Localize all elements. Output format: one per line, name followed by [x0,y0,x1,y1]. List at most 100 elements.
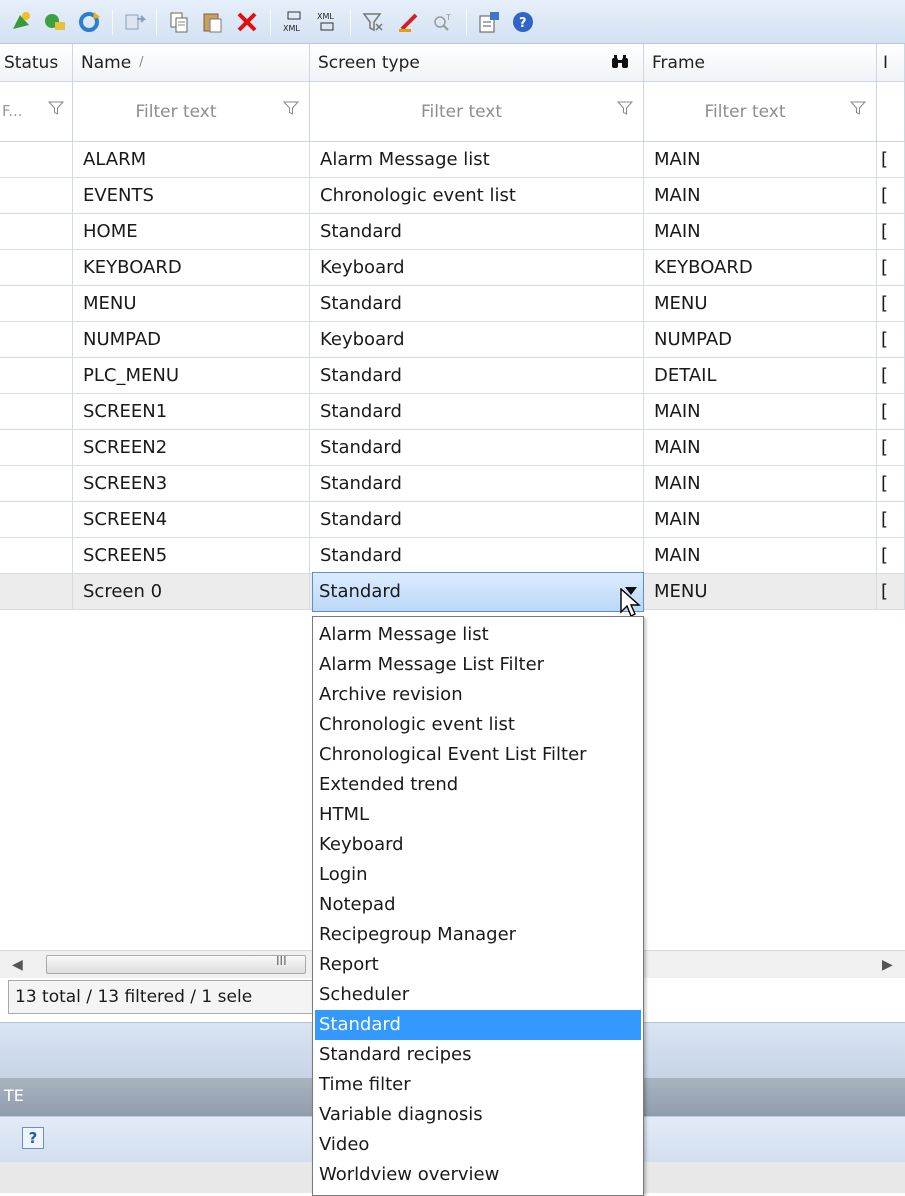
status-cell[interactable] [0,574,73,610]
next-cell[interactable]: [ [877,502,905,538]
name-cell[interactable]: ALARM [73,142,310,178]
properties-icon[interactable] [474,7,504,37]
status-cell[interactable] [0,286,73,322]
name-cell[interactable]: SCREEN2 [73,430,310,466]
table-row[interactable]: EVENTS Chronologic event list MAIN[ [0,178,905,214]
screen-type-cell[interactable]: Standard [310,358,644,394]
frame-cell[interactable]: KEYBOARD [644,250,877,286]
filter-icon[interactable] [47,100,65,120]
status-cell[interactable] [0,502,73,538]
next-cell[interactable]: [ [877,322,905,358]
import-xml-icon[interactable]: XML [312,7,342,37]
dropdown-option[interactable]: Time filter [315,1070,641,1100]
frame-cell[interactable]: MAIN [644,538,877,574]
screen-type-cell[interactable]: Standard [310,538,644,574]
screen-type-cell[interactable]: Chronologic event list [310,178,644,214]
frame-cell[interactable]: MAIN [644,178,877,214]
name-cell[interactable]: NUMPAD [73,322,310,358]
next-cell[interactable]: [ [877,538,905,574]
filter-name-input[interactable]: Filter text [73,102,279,122]
frame-cell[interactable]: MENU [644,574,877,610]
next-cell[interactable]: [ [877,142,905,178]
table-row[interactable]: HOME Standard MAIN[ [0,214,905,250]
frame-cell[interactable]: MAIN [644,502,877,538]
frame-cell[interactable]: NUMPAD [644,322,877,358]
frame-cell[interactable]: DETAIL [644,358,877,394]
name-cell[interactable]: Screen 0 [73,574,310,610]
frame-cell[interactable]: MAIN [644,466,877,502]
name-cell[interactable]: MENU [73,286,310,322]
next-cell[interactable]: [ [877,466,905,502]
dropdown-option[interactable]: HTML [315,800,641,830]
table-row[interactable]: SCREEN3 Standard MAIN[ [0,466,905,502]
filter-icon[interactable] [282,100,300,120]
status-cell[interactable] [0,394,73,430]
status-cell[interactable] [0,142,73,178]
column-header-status[interactable]: Status [0,44,73,82]
dropdown-option[interactable]: Variable diagnosis [315,1100,641,1130]
dropdown-option[interactable]: Report [315,950,641,980]
next-cell[interactable]: [ [877,178,905,214]
status-cell[interactable] [0,250,73,286]
status-cell[interactable] [0,466,73,502]
name-cell[interactable]: SCREEN4 [73,502,310,538]
screen-type-cell[interactable]: Standard [310,214,644,250]
copy-icon[interactable] [164,7,194,37]
status-cell[interactable] [0,358,73,394]
name-cell[interactable]: PLC_MENU [73,358,310,394]
filter-icon[interactable] [616,100,634,120]
dropdown-option[interactable]: Video [315,1130,641,1160]
dropdown-option[interactable]: Scheduler [315,980,641,1010]
screen-type-cell[interactable]: Standard [310,430,644,466]
name-cell[interactable]: SCREEN1 [73,394,310,430]
help-button[interactable]: ? [22,1127,44,1149]
dropdown-option[interactable]: Chronologic event list [315,710,641,740]
filter-cell-screen-type[interactable]: Filter text [310,82,644,142]
add-screen-icon[interactable] [40,7,70,37]
find-icon[interactable]: T [428,7,458,37]
filter-cell-frame[interactable]: Filter text [644,82,877,142]
table-row[interactable]: SCREEN1 Standard MAIN[ [0,394,905,430]
screen-type-cell[interactable]: Alarm Message list [310,142,644,178]
name-cell[interactable]: SCREEN3 [73,466,310,502]
filter-frame-input[interactable]: Filter text [644,102,846,122]
screen-type-cell[interactable]: Keyboard [310,250,644,286]
new-screen-icon[interactable] [6,7,36,37]
binoculars-icon[interactable] [611,53,629,76]
delete-icon[interactable] [232,7,262,37]
screen-type-combo[interactable]: Standard [312,572,644,612]
name-cell[interactable]: KEYBOARD [73,250,310,286]
table-row[interactable]: SCREEN2 Standard MAIN[ [0,430,905,466]
dropdown-option[interactable]: Standard [315,1010,641,1040]
frame-cell[interactable]: MAIN [644,142,877,178]
name-cell[interactable]: EVENTS [73,178,310,214]
screen-type-cell[interactable]: Standard [310,394,644,430]
refresh-icon[interactable] [74,7,104,37]
next-cell[interactable]: [ [877,394,905,430]
screen-type-cell[interactable]: Standard [310,502,644,538]
dropdown-option[interactable]: Worldview overview [315,1160,641,1190]
table-row[interactable]: SCREEN5 Standard MAIN[ [0,538,905,574]
table-row[interactable]: PLC_MENU Standard DETAIL[ [0,358,905,394]
screen-type-dropdown[interactable]: Alarm Message list Alarm Message List Fil… [312,616,644,1196]
column-header-next[interactable]: I [877,44,905,82]
next-cell[interactable]: [ [877,250,905,286]
name-cell[interactable]: SCREEN5 [73,538,310,574]
scrollbar-thumb[interactable] [46,955,306,974]
frame-cell[interactable]: MAIN [644,430,877,466]
screen-type-cell[interactable]: Standard [310,466,644,502]
frame-cell[interactable]: MENU [644,286,877,322]
filter-cell-name[interactable]: Filter text [73,82,310,142]
next-cell[interactable]: [ [877,214,905,250]
frame-cell[interactable]: MAIN [644,214,877,250]
status-cell[interactable] [0,178,73,214]
status-cell[interactable] [0,322,73,358]
filter-icon[interactable] [849,100,867,120]
status-cell[interactable] [0,538,73,574]
name-cell[interactable]: HOME [73,214,310,250]
dropdown-option[interactable]: Chronological Event List Filter [315,740,641,770]
filter-cell-status[interactable]: F... [0,82,73,142]
dropdown-option[interactable]: Notepad [315,890,641,920]
status-cell[interactable] [0,430,73,466]
dropdown-option[interactable]: Extended trend [315,770,641,800]
